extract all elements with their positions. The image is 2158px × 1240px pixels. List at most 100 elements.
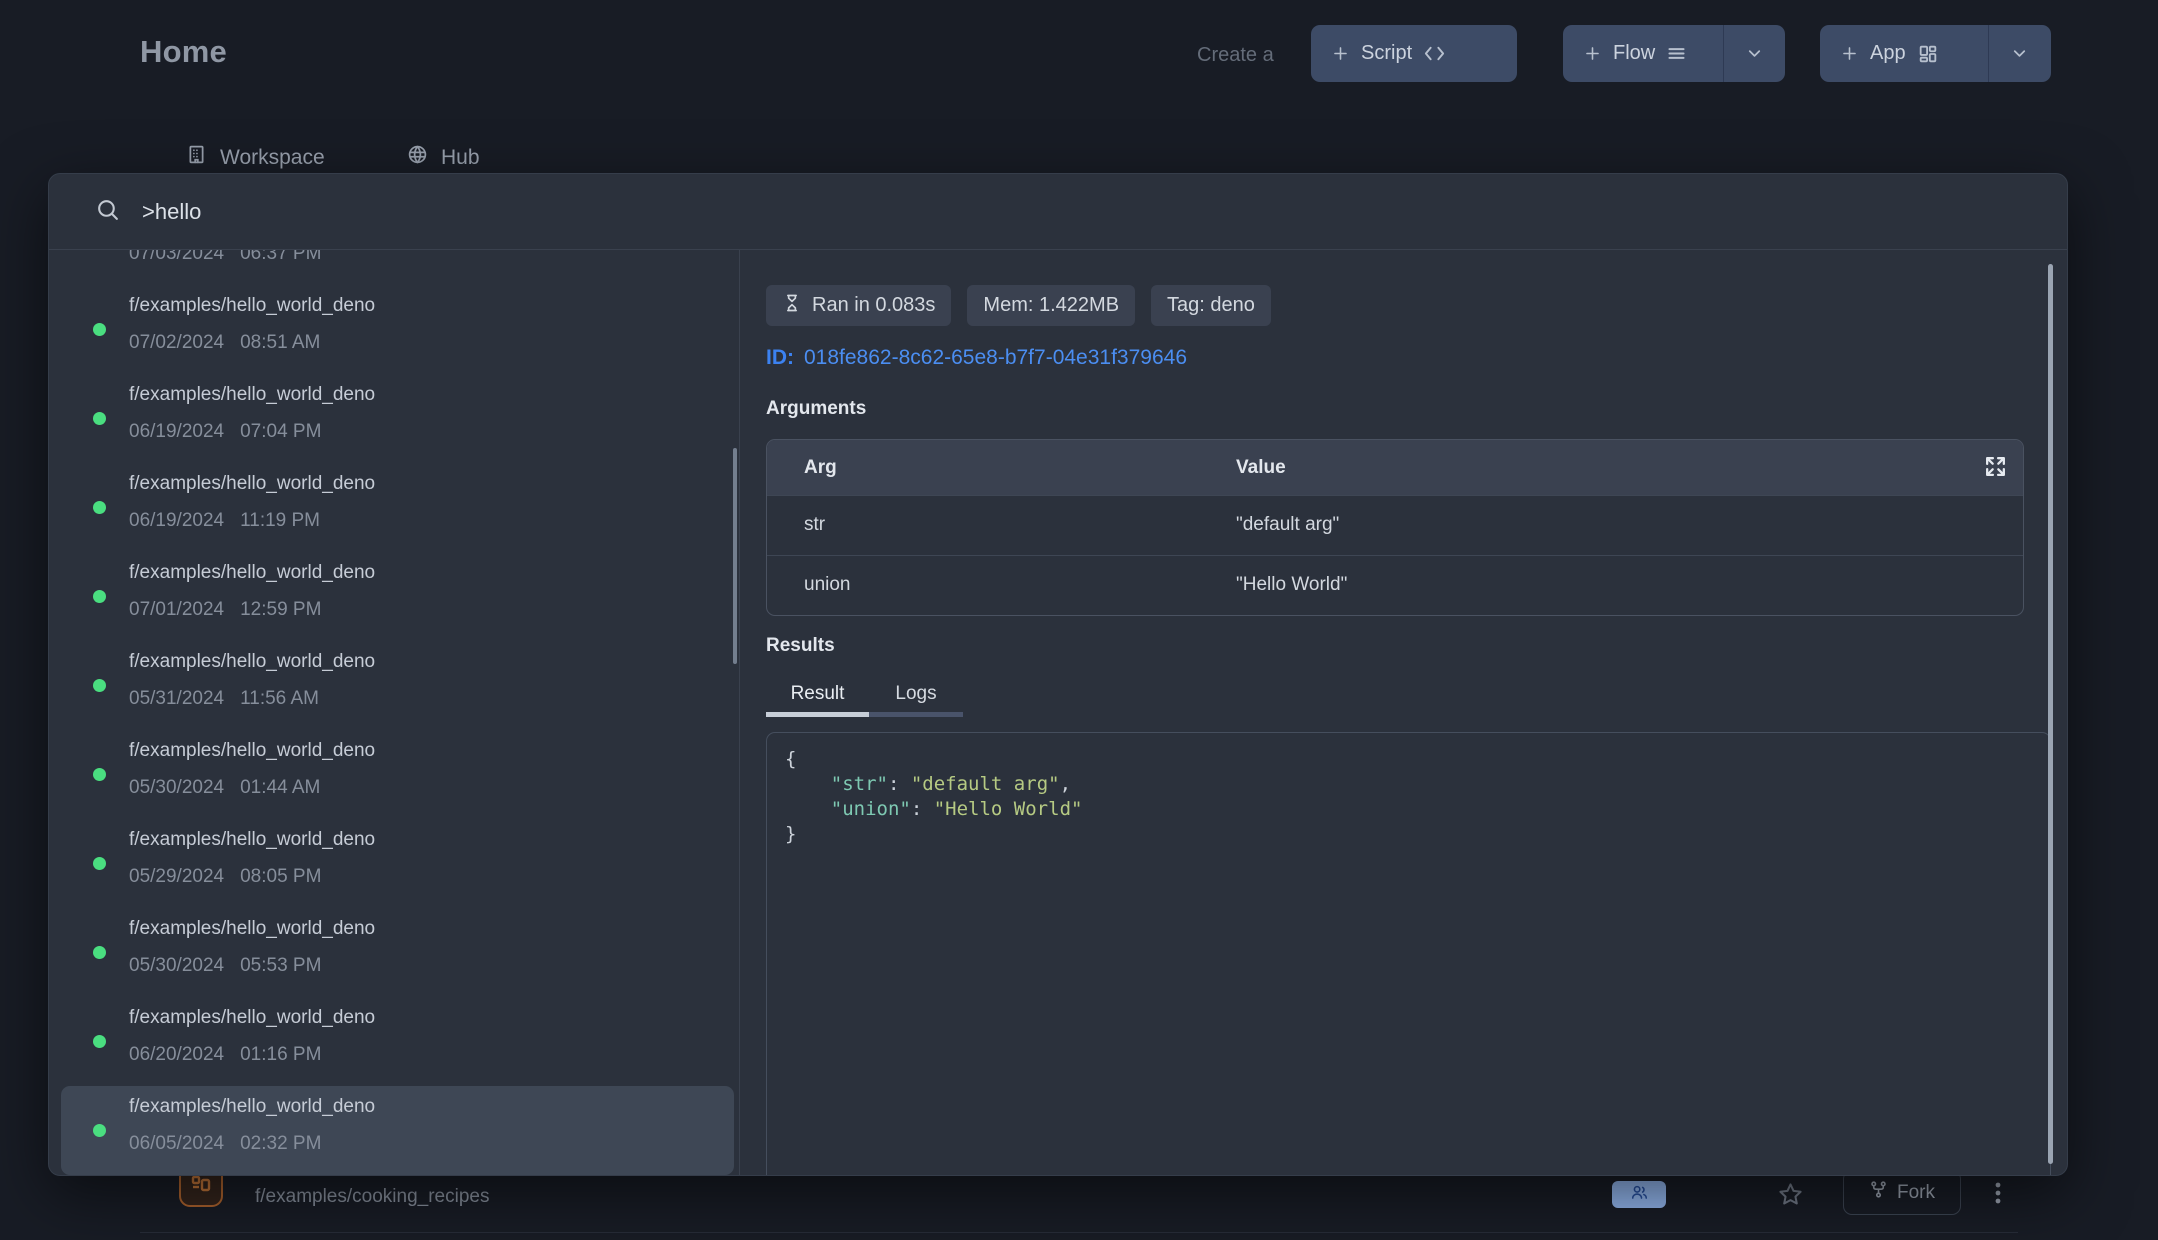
code-icon xyxy=(1423,42,1446,65)
result-json-viewer: { "str": "default arg", "union": "Hello … xyxy=(766,732,2051,1176)
run-list-item[interactable]: f/examples/hello_world_deno06/20/202401:… xyxy=(61,997,734,1086)
duration-badge: Ran in 0.083s xyxy=(766,285,951,326)
run-id-row: ID:018fe862-8c62-65e8-b7f7-04e31f379646 xyxy=(766,346,1187,370)
memory-badge: Mem: 1.422MB xyxy=(967,285,1135,326)
run-path: f/examples/hello_world_deno xyxy=(129,829,375,851)
divider xyxy=(739,250,740,1176)
create-flow-label: Flow xyxy=(1613,42,1655,65)
status-success-dot xyxy=(93,946,106,959)
create-app-button[interactable]: App xyxy=(1820,25,2051,82)
run-path: f/examples/hello_world_deno xyxy=(129,384,375,406)
results-tabs: ResultLogs xyxy=(766,674,963,717)
memory-badge-label: Mem: 1.422MB xyxy=(983,294,1119,317)
duration-badge-label: Ran in 0.083s xyxy=(812,294,935,317)
results-section-title: Results xyxy=(766,635,835,657)
arg-name-cell: str xyxy=(804,514,825,536)
tag-badge-label: Tag: deno xyxy=(1167,294,1255,317)
list-scrollbar-thumb[interactable] xyxy=(733,448,737,664)
run-list: f/examples/hello_world_deno 07/03/202406:… xyxy=(49,250,739,1176)
column-header-arg: Arg xyxy=(804,457,837,479)
run-list-item[interactable]: f/examples/hello_world_deno07/03/202406:… xyxy=(61,250,734,285)
chevron-down-icon xyxy=(1745,44,1764,63)
run-path: f/examples/hello_world_deno xyxy=(129,1007,375,1029)
run-list-item[interactable]: f/examples/hello_world_deno05/30/202405:… xyxy=(61,908,734,997)
command-palette-modal: f/examples/hello_world_deno 07/03/202406:… xyxy=(48,173,2068,1176)
run-list-item[interactable]: f/examples/hello_world_deno 05/31/202411:… xyxy=(61,641,734,730)
arguments-table-body: str "default arg" union"Hello World" xyxy=(767,495,2023,615)
fork-button[interactable]: Fork xyxy=(1843,1170,1961,1215)
status-success-dot xyxy=(93,1124,106,1137)
create-script-main[interactable]: Script xyxy=(1311,25,1466,82)
result-tab-result[interactable]: Result xyxy=(766,674,869,717)
result-tab-logs[interactable]: Logs xyxy=(869,674,963,717)
divider xyxy=(140,1232,2018,1233)
page-title: Home xyxy=(140,34,227,70)
create-flow-main[interactable]: Flow xyxy=(1563,25,1723,82)
search-input[interactable] xyxy=(142,199,1342,225)
kebab-menu-icon[interactable] xyxy=(1986,1178,2010,1213)
run-list-item[interactable]: f/examples/hello_world_deno 06/05/202402:… xyxy=(61,1086,734,1175)
code-line: } xyxy=(785,822,2032,847)
run-timestamp: 05/30/202401:44 AM xyxy=(129,777,320,799)
create-script-button[interactable]: Script xyxy=(1311,25,1517,82)
status-success-dot xyxy=(93,323,106,336)
tab-workspace[interactable]: Workspace xyxy=(186,144,325,171)
building-icon xyxy=(186,144,207,171)
run-path: f/examples/hello_world_deno xyxy=(129,473,375,495)
detail-scrollbar-thumb[interactable] xyxy=(2048,264,2053,1164)
run-timestamp: 07/01/202412:59 PM xyxy=(129,599,321,621)
expand-icon[interactable] xyxy=(1983,454,2008,485)
run-timestamp: 05/31/202411:56 AM xyxy=(129,688,319,710)
run-timestamp: 05/30/202405:53 PM xyxy=(129,955,321,977)
fork-button-label: Fork xyxy=(1897,1182,1935,1204)
run-timestamp: 06/19/202411:19 PM xyxy=(129,510,320,532)
arguments-table: Arg Value str "default arg" union"Hello Wo… xyxy=(766,439,2024,616)
run-timestamp: 06/05/202402:32 PM xyxy=(129,1133,321,1155)
search-bar xyxy=(49,174,2067,249)
create-app-label: App xyxy=(1870,42,1906,65)
run-list-item[interactable]: f/examples/hello_world_deno 05/29/202408:… xyxy=(61,819,734,908)
run-list-item[interactable]: f/examples/hello_world_deno 06/19/202411:… xyxy=(61,463,734,552)
plus-icon xyxy=(1331,44,1350,63)
tab-hub[interactable]: Hub xyxy=(407,144,480,171)
create-app-main[interactable]: App xyxy=(1820,25,1988,82)
globe-icon xyxy=(407,144,428,171)
run-timestamp: 07/03/202406:37 PM xyxy=(129,250,321,265)
status-success-dot xyxy=(93,679,106,692)
tag-badge: Tag: deno xyxy=(1151,285,1271,326)
plus-icon xyxy=(1840,44,1859,63)
tab-workspace-label: Workspace xyxy=(220,146,325,170)
run-path: f/examples/hello_world_deno xyxy=(129,740,375,762)
run-list-item[interactable]: f/examples/hello_world_deno07/02/202408:… xyxy=(61,285,734,374)
app-dropdown-button[interactable] xyxy=(1988,25,2050,82)
arg-value-cell: "default arg" xyxy=(1236,514,1339,536)
run-path: f/examples/hello_world_deno xyxy=(129,651,375,673)
flow-lines-icon xyxy=(1666,43,1687,64)
tab-hub-label: Hub xyxy=(441,146,480,170)
status-success-dot xyxy=(93,1035,106,1048)
status-success-dot xyxy=(93,590,106,603)
table-row: str "default arg" xyxy=(767,495,2023,555)
flow-dropdown-button[interactable] xyxy=(1723,25,1785,82)
run-list-item[interactable]: f/examples/hello_world_deno07/01/202412:… xyxy=(61,552,734,641)
run-id-link[interactable]: 018fe862-8c62-65e8-b7f7-04e31f379646 xyxy=(804,346,1187,369)
git-fork-icon xyxy=(1869,1180,1888,1205)
create-flow-button[interactable]: Flow xyxy=(1563,25,1785,82)
run-list-item[interactable]: f/examples/hello_world_deno 05/30/202401:… xyxy=(61,730,734,819)
table-row: union"Hello World" xyxy=(767,555,2023,615)
app-grid-icon xyxy=(1917,43,1939,65)
run-path: f/examples/hello_world_deno xyxy=(129,1096,375,1118)
column-header-value: Value xyxy=(1236,457,1286,479)
code-line: "str": "default arg", xyxy=(785,772,2032,797)
code-line: { xyxy=(785,747,2032,772)
arguments-table-header: Arg Value xyxy=(767,440,2023,495)
app-item-path-link[interactable]: f/examples/cooking_recipes xyxy=(255,1186,489,1208)
run-list-item[interactable]: f/examples/hello_world_deno 06/19/202407:… xyxy=(61,374,734,463)
chevron-down-icon xyxy=(2010,44,2029,63)
search-icon xyxy=(95,197,120,227)
run-timestamp: 05/29/202408:05 PM xyxy=(129,866,321,888)
run-timestamp: 06/19/202407:04 PM xyxy=(129,421,321,443)
shared-users-badge xyxy=(1612,1181,1666,1208)
run-path: f/examples/hello_world_deno xyxy=(129,295,375,317)
star-icon[interactable] xyxy=(1777,1181,1804,1213)
